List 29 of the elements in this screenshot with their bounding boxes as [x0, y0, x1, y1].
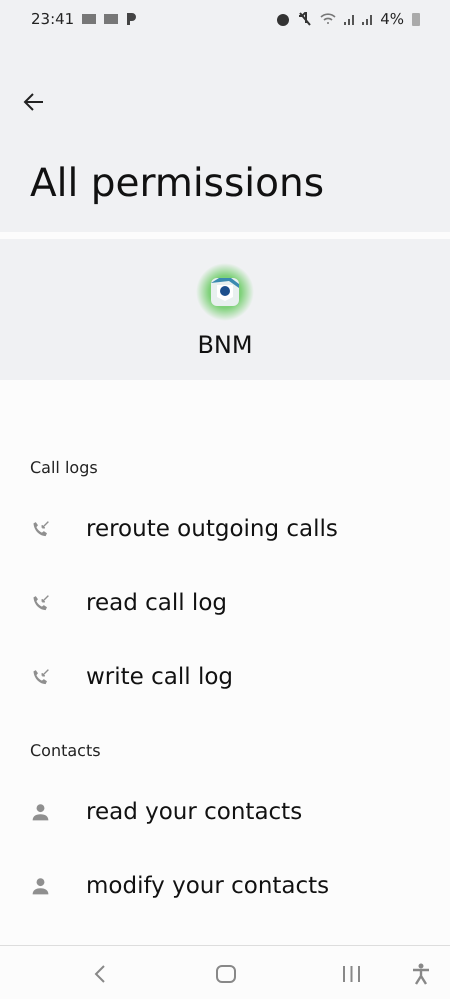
permission-label: read your contacts: [86, 799, 302, 826]
clock-time: 23:41: [31, 10, 74, 28]
permission-item[interactable]: write call log: [0, 640, 450, 714]
permission-label: reroute outgoing calls: [86, 516, 338, 542]
wifi-icon: [320, 13, 336, 25]
back-nav-icon[interactable]: [93, 965, 107, 984]
recents-icon[interactable]: [342, 965, 361, 984]
permission-item[interactable]: modify your contacts: [0, 849, 450, 924]
signal-icon: [362, 13, 372, 25]
permission-label: modify your contacts: [86, 873, 330, 900]
person-icon: [30, 876, 51, 897]
battery-percent: 4%: [380, 10, 404, 28]
permission-label: read call log: [86, 590, 227, 616]
permission-item[interactable]: reroute outgoing calls: [0, 492, 450, 566]
permission-label: write call log: [86, 664, 234, 690]
person-icon: [30, 802, 51, 823]
app-icon: [196, 262, 254, 321]
parking-icon: [126, 12, 138, 26]
section-header: Contacts: [29, 740, 102, 762]
mute-icon: [298, 12, 312, 26]
home-icon[interactable]: [216, 965, 236, 984]
page-title: All permissions: [30, 160, 326, 206]
app-name: BNM: [197, 330, 253, 359]
permission-item[interactable]: read your contacts: [0, 775, 450, 850]
signal-icon: [344, 13, 354, 25]
permission-item[interactable]: read call log: [0, 566, 450, 640]
section-header: Call logs: [29, 456, 99, 479]
accessibility-icon[interactable]: [412, 963, 430, 986]
battery-icon: [412, 12, 420, 26]
